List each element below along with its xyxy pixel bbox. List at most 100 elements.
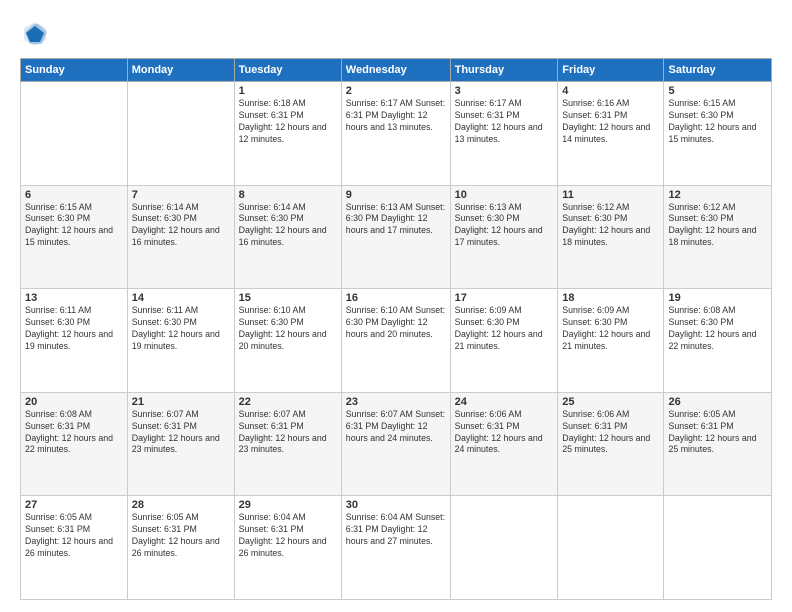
day-number: 16 [346,292,446,304]
day-number: 6 [25,189,123,201]
calendar-cell: 19Sunrise: 6:08 AM Sunset: 6:30 PM Dayli… [664,289,772,393]
day-info: Sunrise: 6:07 AM Sunset: 6:31 PM Dayligh… [239,409,337,457]
day-info: Sunrise: 6:06 AM Sunset: 6:31 PM Dayligh… [562,409,659,457]
day-info: Sunrise: 6:08 AM Sunset: 6:31 PM Dayligh… [25,409,123,457]
col-tuesday: Tuesday [234,59,341,82]
day-number: 26 [668,396,767,408]
day-info: Sunrise: 6:11 AM Sunset: 6:30 PM Dayligh… [25,305,123,353]
day-info: Sunrise: 6:15 AM Sunset: 6:30 PM Dayligh… [25,202,123,250]
col-monday: Monday [127,59,234,82]
calendar-cell: 30Sunrise: 6:04 AM Sunset: 6:31 PM Dayli… [341,496,450,600]
calendar-cell: 21Sunrise: 6:07 AM Sunset: 6:31 PM Dayli… [127,392,234,496]
calendar-week-1: 1Sunrise: 6:18 AM Sunset: 6:31 PM Daylig… [21,82,772,186]
day-number: 22 [239,396,337,408]
calendar-week-3: 13Sunrise: 6:11 AM Sunset: 6:30 PM Dayli… [21,289,772,393]
day-info: Sunrise: 6:13 AM Sunset: 6:30 PM Dayligh… [455,202,554,250]
col-friday: Friday [558,59,664,82]
day-number: 12 [668,189,767,201]
day-number: 2 [346,85,446,97]
calendar-cell: 28Sunrise: 6:05 AM Sunset: 6:31 PM Dayli… [127,496,234,600]
day-info: Sunrise: 6:12 AM Sunset: 6:30 PM Dayligh… [668,202,767,250]
day-info: Sunrise: 6:09 AM Sunset: 6:30 PM Dayligh… [562,305,659,353]
day-info: Sunrise: 6:07 AM Sunset: 6:31 PM Dayligh… [346,409,446,445]
day-number: 29 [239,499,337,511]
calendar-cell: 16Sunrise: 6:10 AM Sunset: 6:30 PM Dayli… [341,289,450,393]
day-info: Sunrise: 6:09 AM Sunset: 6:30 PM Dayligh… [455,305,554,353]
calendar-cell [127,82,234,186]
day-info: Sunrise: 6:15 AM Sunset: 6:30 PM Dayligh… [668,98,767,146]
calendar-cell: 13Sunrise: 6:11 AM Sunset: 6:30 PM Dayli… [21,289,128,393]
day-info: Sunrise: 6:10 AM Sunset: 6:30 PM Dayligh… [239,305,337,353]
day-info: Sunrise: 6:05 AM Sunset: 6:31 PM Dayligh… [25,512,123,560]
day-number: 17 [455,292,554,304]
calendar-cell: 12Sunrise: 6:12 AM Sunset: 6:30 PM Dayli… [664,185,772,289]
day-number: 11 [562,189,659,201]
calendar-week-5: 27Sunrise: 6:05 AM Sunset: 6:31 PM Dayli… [21,496,772,600]
col-sunday: Sunday [21,59,128,82]
day-info: Sunrise: 6:05 AM Sunset: 6:31 PM Dayligh… [668,409,767,457]
day-info: Sunrise: 6:12 AM Sunset: 6:30 PM Dayligh… [562,202,659,250]
calendar-cell: 14Sunrise: 6:11 AM Sunset: 6:30 PM Dayli… [127,289,234,393]
header [20,18,772,48]
day-number: 19 [668,292,767,304]
day-info: Sunrise: 6:18 AM Sunset: 6:31 PM Dayligh… [239,98,337,146]
day-number: 24 [455,396,554,408]
day-number: 5 [668,85,767,97]
day-info: Sunrise: 6:14 AM Sunset: 6:30 PM Dayligh… [132,202,230,250]
calendar-cell: 25Sunrise: 6:06 AM Sunset: 6:31 PM Dayli… [558,392,664,496]
calendar-cell [21,82,128,186]
day-info: Sunrise: 6:07 AM Sunset: 6:31 PM Dayligh… [132,409,230,457]
calendar-cell: 18Sunrise: 6:09 AM Sunset: 6:30 PM Dayli… [558,289,664,393]
calendar-cell: 29Sunrise: 6:04 AM Sunset: 6:31 PM Dayli… [234,496,341,600]
day-number: 10 [455,189,554,201]
calendar-cell: 2Sunrise: 6:17 AM Sunset: 6:31 PM Daylig… [341,82,450,186]
day-info: Sunrise: 6:17 AM Sunset: 6:31 PM Dayligh… [346,98,446,134]
calendar-cell: 17Sunrise: 6:09 AM Sunset: 6:30 PM Dayli… [450,289,558,393]
calendar-cell: 5Sunrise: 6:15 AM Sunset: 6:30 PM Daylig… [664,82,772,186]
calendar-cell: 24Sunrise: 6:06 AM Sunset: 6:31 PM Dayli… [450,392,558,496]
day-number: 21 [132,396,230,408]
day-info: Sunrise: 6:10 AM Sunset: 6:30 PM Dayligh… [346,305,446,341]
day-number: 27 [25,499,123,511]
calendar-cell [558,496,664,600]
col-wednesday: Wednesday [341,59,450,82]
day-number: 3 [455,85,554,97]
calendar-cell: 1Sunrise: 6:18 AM Sunset: 6:31 PM Daylig… [234,82,341,186]
calendar-cell: 20Sunrise: 6:08 AM Sunset: 6:31 PM Dayli… [21,392,128,496]
calendar-cell: 9Sunrise: 6:13 AM Sunset: 6:30 PM Daylig… [341,185,450,289]
day-info: Sunrise: 6:14 AM Sunset: 6:30 PM Dayligh… [239,202,337,250]
logo [20,18,54,48]
col-saturday: Saturday [664,59,772,82]
day-number: 13 [25,292,123,304]
calendar-week-4: 20Sunrise: 6:08 AM Sunset: 6:31 PM Dayli… [21,392,772,496]
calendar-cell: 27Sunrise: 6:05 AM Sunset: 6:31 PM Dayli… [21,496,128,600]
calendar-cell: 22Sunrise: 6:07 AM Sunset: 6:31 PM Dayli… [234,392,341,496]
calendar-cell: 4Sunrise: 6:16 AM Sunset: 6:31 PM Daylig… [558,82,664,186]
calendar-cell [450,496,558,600]
day-number: 9 [346,189,446,201]
calendar-cell: 10Sunrise: 6:13 AM Sunset: 6:30 PM Dayli… [450,185,558,289]
day-info: Sunrise: 6:16 AM Sunset: 6:31 PM Dayligh… [562,98,659,146]
calendar-week-2: 6Sunrise: 6:15 AM Sunset: 6:30 PM Daylig… [21,185,772,289]
calendar-cell [664,496,772,600]
logo-icon [20,18,50,48]
day-number: 25 [562,396,659,408]
calendar-cell: 6Sunrise: 6:15 AM Sunset: 6:30 PM Daylig… [21,185,128,289]
day-number: 4 [562,85,659,97]
calendar-cell: 7Sunrise: 6:14 AM Sunset: 6:30 PM Daylig… [127,185,234,289]
day-number: 18 [562,292,659,304]
day-number: 30 [346,499,446,511]
calendar-cell: 11Sunrise: 6:12 AM Sunset: 6:30 PM Dayli… [558,185,664,289]
calendar-cell: 23Sunrise: 6:07 AM Sunset: 6:31 PM Dayli… [341,392,450,496]
page: Sunday Monday Tuesday Wednesday Thursday… [0,0,792,612]
day-info: Sunrise: 6:17 AM Sunset: 6:31 PM Dayligh… [455,98,554,146]
day-number: 28 [132,499,230,511]
day-info: Sunrise: 6:08 AM Sunset: 6:30 PM Dayligh… [668,305,767,353]
calendar-cell: 3Sunrise: 6:17 AM Sunset: 6:31 PM Daylig… [450,82,558,186]
day-number: 1 [239,85,337,97]
day-info: Sunrise: 6:13 AM Sunset: 6:30 PM Dayligh… [346,202,446,238]
day-number: 15 [239,292,337,304]
header-row: Sunday Monday Tuesday Wednesday Thursday… [21,59,772,82]
day-number: 8 [239,189,337,201]
calendar-table: Sunday Monday Tuesday Wednesday Thursday… [20,58,772,600]
